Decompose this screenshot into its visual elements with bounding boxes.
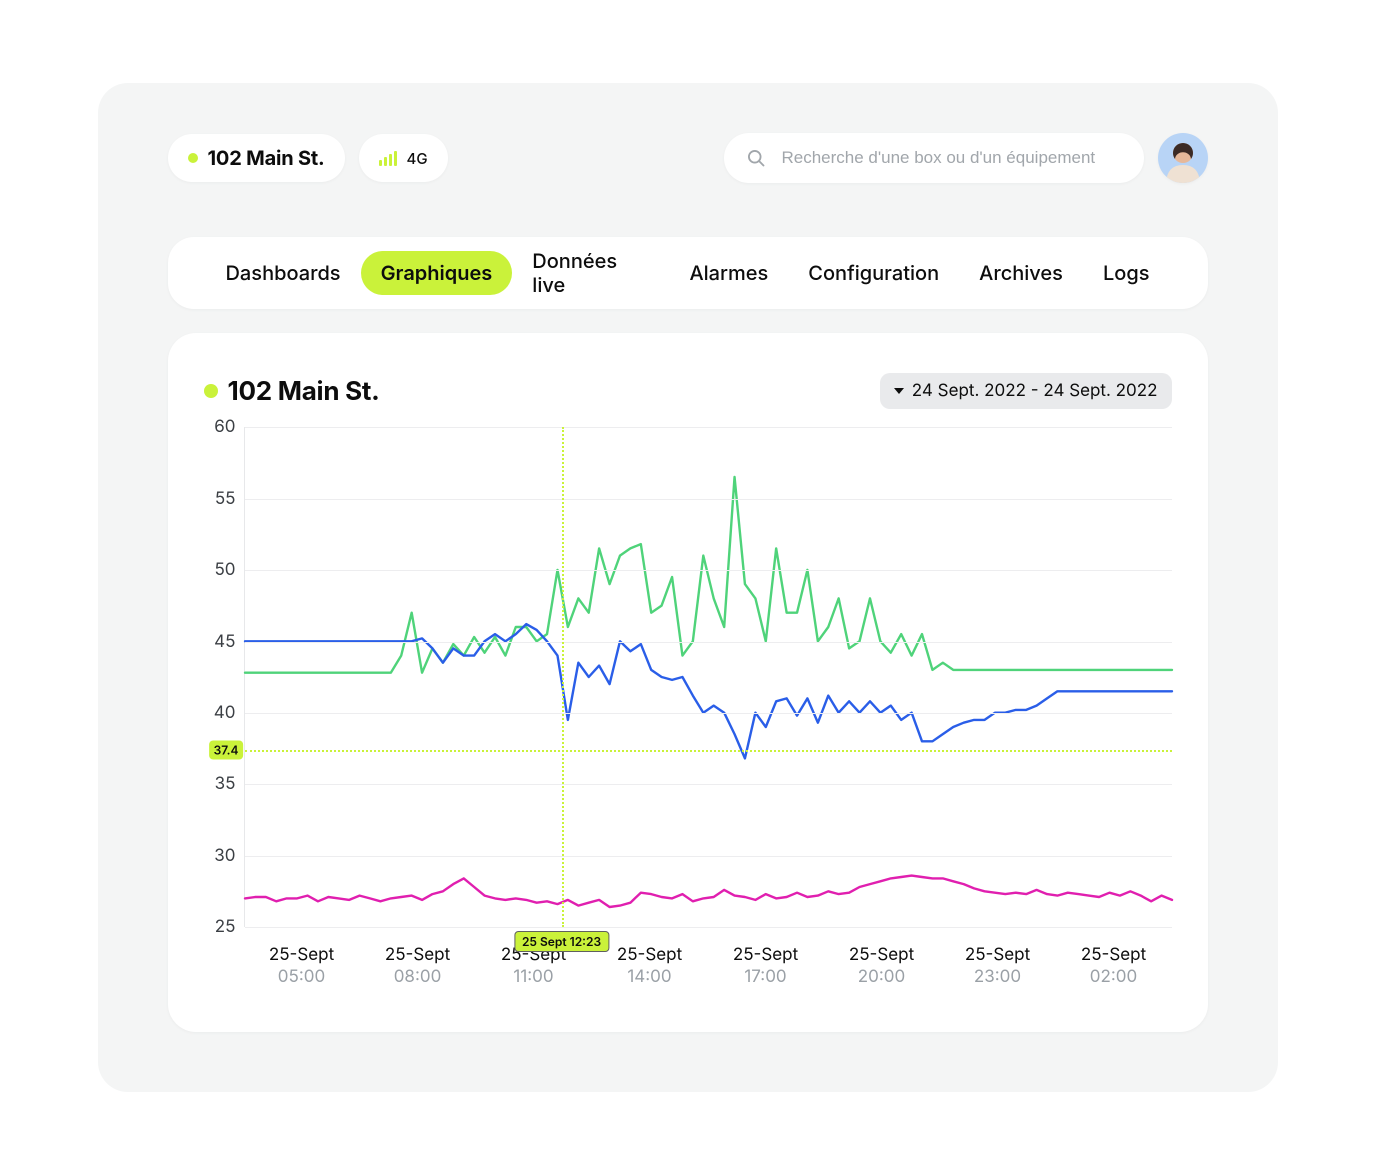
y-tick: 25 xyxy=(215,917,236,937)
gridline xyxy=(245,713,1172,714)
location-pill[interactable]: 102 Main St. xyxy=(168,134,345,182)
x-tick: 25-Sept08:00 xyxy=(360,945,476,988)
y-tick: 50 xyxy=(214,560,235,580)
tab-archives[interactable]: Archives xyxy=(959,251,1083,295)
x-tick: 25-Sept05:00 xyxy=(244,945,360,988)
gridline xyxy=(245,499,1172,500)
topbar: 102 Main St. 4G xyxy=(168,133,1208,183)
card-header: 102 Main St. 24 Sept. 2022 - 24 Sept. 20… xyxy=(204,373,1172,409)
series-magenta xyxy=(245,876,1172,907)
plot-area[interactable]: 37.425 Sept 12:23 xyxy=(244,427,1172,927)
avatar[interactable] xyxy=(1158,133,1208,183)
location-label: 102 Main St. xyxy=(208,146,325,170)
tab-configuration[interactable]: Configuration xyxy=(788,251,959,295)
cursor-tag: 25 Sept 12:23 xyxy=(514,931,609,952)
y-tick: 55 xyxy=(215,489,236,509)
gridline xyxy=(245,856,1172,857)
chart-lines xyxy=(245,427,1172,927)
cursor-line xyxy=(562,427,564,927)
card-title: 102 Main St. xyxy=(228,376,380,407)
series-green xyxy=(245,477,1172,673)
avatar-icon xyxy=(1158,133,1208,183)
chart-area: 2530354045505560 37.425 Sept 12:23 xyxy=(204,427,1172,927)
search-input[interactable] xyxy=(779,147,1121,169)
threshold-line xyxy=(245,750,1172,752)
x-tick: 25-Sept14:00 xyxy=(592,945,708,988)
tab-logs[interactable]: Logs xyxy=(1083,251,1170,295)
x-tick: 25-Sept17:00 xyxy=(708,945,824,988)
search-icon xyxy=(746,147,766,169)
nav-tabs: DashboardsGraphiquesDonnées liveAlarmesC… xyxy=(168,237,1208,309)
gridline xyxy=(245,927,1172,928)
x-tick: 25-Sept23:00 xyxy=(940,945,1056,988)
date-range-label: 24 Sept. 2022 - 24 Sept. 2022 xyxy=(912,381,1158,401)
network-pill[interactable]: 4G xyxy=(359,134,448,182)
y-tick: 45 xyxy=(214,632,235,652)
x-tick: 25-Sept02:00 xyxy=(1056,945,1172,988)
search-box[interactable] xyxy=(724,133,1144,183)
series-blue xyxy=(245,624,1172,758)
tab-graphiques[interactable]: Graphiques xyxy=(361,251,513,295)
y-tick: 60 xyxy=(214,417,235,437)
tab-alarmes[interactable]: Alarmes xyxy=(669,251,788,295)
status-dot-icon xyxy=(204,384,218,398)
signal-icon xyxy=(379,151,397,166)
tab-dashboards[interactable]: Dashboards xyxy=(206,251,361,295)
caret-down-icon xyxy=(894,388,904,394)
gridline xyxy=(245,427,1172,428)
y-axis: 2530354045505560 xyxy=(204,427,244,927)
y-tick: 40 xyxy=(214,703,236,723)
tab-données-live[interactable]: Données live xyxy=(512,239,669,307)
chart-card: 102 Main St. 24 Sept. 2022 - 24 Sept. 20… xyxy=(168,333,1208,1032)
y-tick: 30 xyxy=(214,846,235,866)
date-range-picker[interactable]: 24 Sept. 2022 - 24 Sept. 2022 xyxy=(880,373,1172,409)
threshold-tag: 37.4 xyxy=(209,741,244,760)
network-label: 4G xyxy=(407,149,428,168)
y-tick: 35 xyxy=(215,774,236,794)
gridline xyxy=(245,642,1172,643)
gridline xyxy=(245,570,1172,571)
gridline xyxy=(245,784,1172,785)
status-dot-icon xyxy=(188,153,198,163)
app-frame: 102 Main St. 4G DashboardsGraphiquesDonn… xyxy=(98,83,1278,1092)
x-tick: 25-Sept20:00 xyxy=(824,945,940,988)
x-axis: 25-Sept05:0025-Sept08:0025-Sept11:0025-S… xyxy=(244,945,1172,988)
